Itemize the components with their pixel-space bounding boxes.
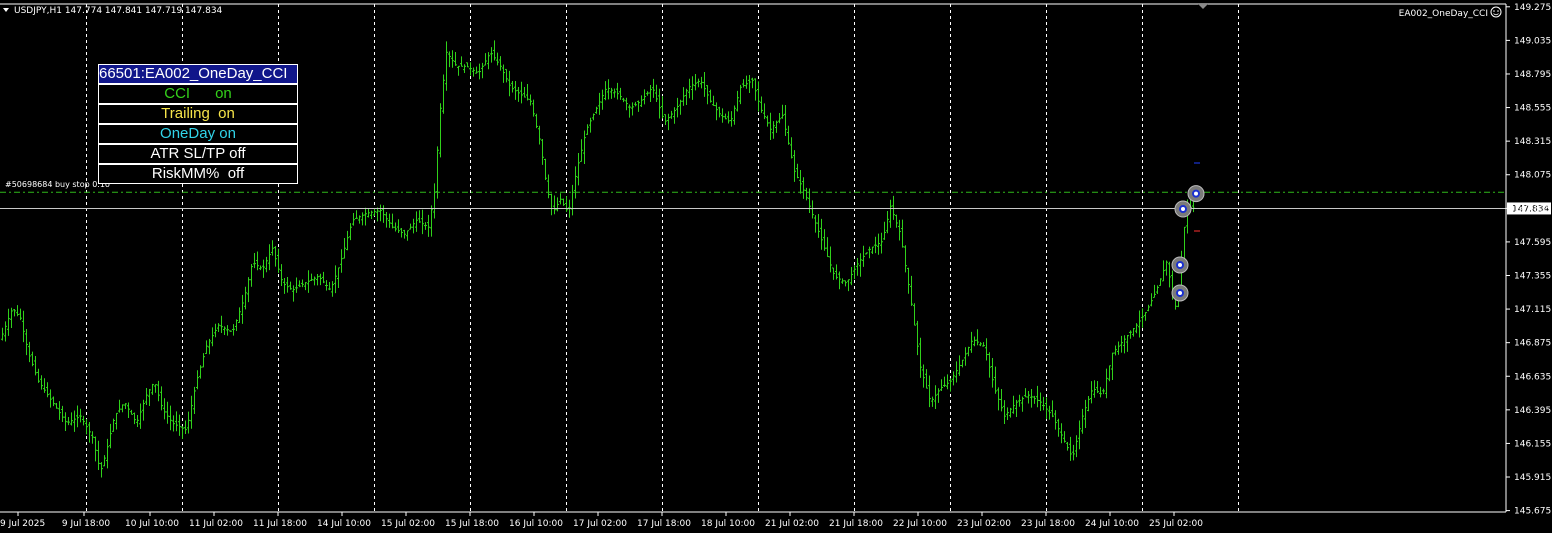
ea-panel-title[interactable]: 66501:EA002_OneDay_CCI	[98, 64, 298, 84]
trade-marker-dot	[1192, 189, 1200, 198]
y-tick-label: 147.835	[1514, 204, 1551, 214]
ea-control-panel: 66501:EA002_OneDay_CCI CCI on Trailing o…	[98, 64, 298, 184]
y-tick-label: 146.875	[1514, 339, 1551, 349]
y-tick-label: 149.035	[1514, 36, 1551, 46]
y-tick-label: 145.915	[1514, 473, 1551, 483]
y-tick-label: 148.315	[1514, 137, 1551, 147]
cci-toggle-button[interactable]: CCI on	[98, 84, 298, 104]
y-tick-label: 149.275	[1514, 3, 1551, 13]
riskmm-toggle-button[interactable]: RiskMM% off	[98, 164, 298, 184]
buy-stop-label: #50698684 buy stop 0.10	[5, 180, 110, 189]
symbol-info-label: USDJPY,H1 147.774 147.841 147.719 147.83…	[14, 6, 223, 16]
x-tick-label: 24 Jul 10:00	[1085, 519, 1139, 529]
x-tick-label: 10 Jul 10:00	[125, 519, 179, 529]
x-tick-label: 14 Jul 10:00	[317, 519, 371, 529]
ea-name-label: EA002_OneDay_CCI	[1399, 9, 1488, 19]
x-tick-label: 9 Jul 2025	[0, 519, 45, 529]
trade-marker-dot	[1179, 205, 1187, 214]
x-tick-label: 17 Jul 02:00	[573, 519, 627, 529]
y-tick-label: 148.555	[1514, 104, 1551, 114]
trade-marker-dot	[1176, 260, 1184, 269]
x-tick-label: 21 Jul 18:00	[829, 519, 883, 529]
x-tick-label: 11 Jul 18:00	[253, 519, 307, 529]
smiley-eye	[1493, 10, 1495, 12]
x-tick-label: 16 Jul 10:00	[509, 519, 563, 529]
trade-marker-dot	[1176, 288, 1184, 297]
y-tick-label: 148.795	[1514, 70, 1551, 80]
y-tick-label: 148.075	[1514, 171, 1551, 181]
y-tick-label: 146.155	[1514, 439, 1551, 449]
x-tick-label: 18 Jul 10:00	[701, 519, 755, 529]
x-tick-label: 21 Jul 02:00	[765, 519, 819, 529]
y-tick-label: 145.675	[1514, 507, 1551, 517]
y-tick-label: 147.595	[1514, 238, 1551, 248]
x-tick-label: 15 Jul 18:00	[445, 519, 499, 529]
x-tick-label: 9 Jul 18:00	[62, 519, 111, 529]
x-tick-label: 23 Jul 18:00	[1021, 519, 1075, 529]
y-tick-label: 147.355	[1514, 271, 1551, 281]
x-tick-label: 15 Jul 02:00	[381, 519, 435, 529]
atr-sltp-toggle-button[interactable]: ATR SL/TP off	[98, 144, 298, 164]
trailing-toggle-button[interactable]: Trailing on	[98, 104, 298, 124]
x-tick-label: 17 Jul 18:00	[637, 519, 691, 529]
x-tick-label: 22 Jul 10:00	[893, 519, 947, 529]
x-tick-label: 23 Jul 02:00	[957, 519, 1011, 529]
y-tick-label: 147.115	[1514, 305, 1551, 315]
oneday-toggle-button[interactable]: OneDay on	[98, 124, 298, 144]
y-tick-label: 146.395	[1514, 406, 1551, 416]
smiley-eye	[1497, 10, 1499, 12]
x-tick-label: 25 Jul 02:00	[1149, 519, 1203, 529]
x-tick-label: 11 Jul 02:00	[189, 519, 243, 529]
y-tick-label: 146.635	[1514, 372, 1551, 382]
